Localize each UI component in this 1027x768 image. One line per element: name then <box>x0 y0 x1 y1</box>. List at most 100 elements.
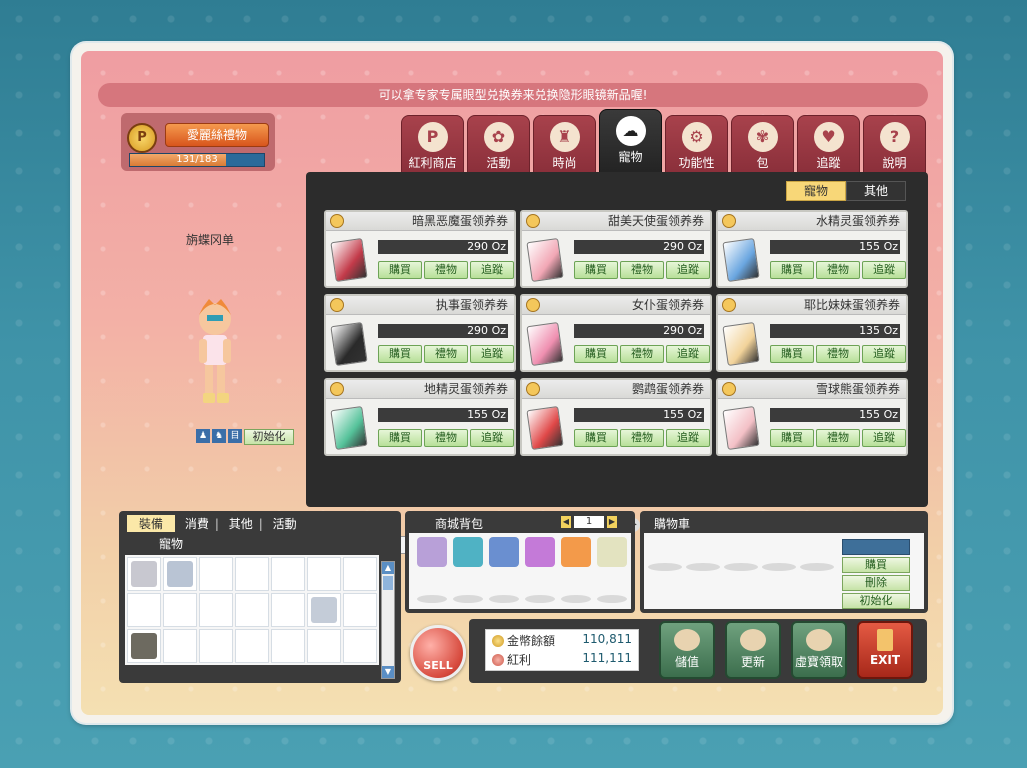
tab-tracking[interactable]: ♥ 追蹤 <box>797 115 860 175</box>
tab-event[interactable]: ✿ 活動 <box>467 115 530 175</box>
gift-button[interactable]: 禮物 <box>620 429 664 447</box>
inv-tab-pet[interactable]: 寵物 <box>159 535 183 552</box>
bag-item-icon[interactable] <box>417 537 447 567</box>
tab-functional[interactable]: ⚙ 功能性 <box>665 115 728 175</box>
favorite-icon[interactable] <box>526 214 540 228</box>
bag-item-icon[interactable] <box>561 537 591 567</box>
cart-reset-button[interactable]: 初始化 <box>842 593 910 609</box>
inventory-slot[interactable] <box>127 593 161 627</box>
inventory-slot[interactable] <box>235 593 269 627</box>
buy-button[interactable]: 購買 <box>574 429 618 447</box>
inventory-slot[interactable] <box>343 557 377 591</box>
bag-item-icon[interactable] <box>489 537 519 567</box>
track-button[interactable]: 追蹤 <box>862 345 906 363</box>
inventory-slot[interactable] <box>343 629 377 663</box>
buy-button[interactable]: 購買 <box>378 261 422 279</box>
reset-character-button[interactable]: 初始化 <box>244 429 294 445</box>
favorite-icon[interactable] <box>330 214 344 228</box>
tab-fashion[interactable]: ♜ 時尚 <box>533 115 596 175</box>
track-button[interactable]: 追蹤 <box>666 345 710 363</box>
refresh-button[interactable]: 更新 <box>725 621 781 679</box>
favorite-icon[interactable] <box>722 382 736 396</box>
track-button[interactable]: 追蹤 <box>470 345 514 363</box>
gift-button[interactable]: 禮物 <box>816 261 860 279</box>
character-name: 旃蝶冈单 <box>186 233 235 247</box>
inventory-slot[interactable] <box>271 629 305 663</box>
gift-button[interactable]: 禮物 <box>424 261 468 279</box>
inventory-slot[interactable] <box>199 629 233 663</box>
track-button[interactable]: 追蹤 <box>862 261 906 279</box>
cart-blank-button[interactable] <box>842 539 910 555</box>
inventory-slot[interactable] <box>235 557 269 591</box>
bag-item-icon[interactable] <box>597 537 627 567</box>
buy-button[interactable]: 購買 <box>770 429 814 447</box>
inventory-slot[interactable] <box>307 557 341 591</box>
buy-button[interactable]: 購買 <box>378 429 422 447</box>
track-button[interactable]: 追蹤 <box>470 429 514 447</box>
next-page-icon[interactable]: ▶ <box>607 516 617 528</box>
inv-tab-equipment[interactable]: 裝備 <box>127 515 176 532</box>
buy-button[interactable]: 購買 <box>378 345 422 363</box>
buy-button[interactable]: 購買 <box>770 345 814 363</box>
cart-delete-button[interactable]: 刪除 <box>842 575 910 591</box>
buy-button[interactable]: 購買 <box>574 261 618 279</box>
gift-button[interactable]: 禮物 <box>424 429 468 447</box>
track-button[interactable]: 追蹤 <box>862 429 906 447</box>
favorite-icon[interactable] <box>330 298 344 312</box>
gift-button[interactable]: 禮物 <box>620 345 664 363</box>
cart-buy-button[interactable]: 購買 <box>842 557 910 573</box>
tab-help[interactable]: ? 說明 <box>863 115 926 175</box>
scroll-down-icon[interactable]: ▼ <box>382 666 394 678</box>
inventory-slot[interactable] <box>163 629 197 663</box>
inventory-slot[interactable] <box>127 629 161 663</box>
favorite-icon[interactable] <box>526 382 540 396</box>
buy-button[interactable]: 購買 <box>574 345 618 363</box>
track-button[interactable]: 追蹤 <box>666 429 710 447</box>
inventory-slot[interactable] <box>163 557 197 591</box>
inventory-scrollbar[interactable]: ▲ ▼ <box>381 561 395 679</box>
inv-tab-other[interactable]: 其他 <box>229 515 253 532</box>
walk-icon[interactable]: ♟ <box>196 429 210 443</box>
tab-pet[interactable]: ☁ 寵物 <box>599 109 662 175</box>
scroll-up-icon[interactable]: ▲ <box>382 562 394 574</box>
exit-button[interactable]: EXIT <box>857 621 913 679</box>
inventory-slot[interactable] <box>271 593 305 627</box>
inventory-slot[interactable] <box>235 629 269 663</box>
inventory-slot[interactable] <box>271 557 305 591</box>
prev-page-icon[interactable]: ◀ <box>561 516 571 528</box>
subtab-other[interactable]: 其他 <box>846 181 906 201</box>
gift-button[interactable]: 禮物 <box>816 429 860 447</box>
coupon-claim-button[interactable]: 虛寶領取 <box>791 621 847 679</box>
favorite-icon[interactable] <box>722 298 736 312</box>
sell-button[interactable]: SELL <box>410 625 466 681</box>
alice-gift-button[interactable]: 愛麗絲禮物 <box>165 123 269 147</box>
item-card-header: 耶比妹妹蛋领养券 <box>718 296 906 315</box>
favorite-icon[interactable] <box>330 382 344 396</box>
bag-item-icon[interactable] <box>525 537 555 567</box>
inventory-slot[interactable] <box>307 629 341 663</box>
inventory-slot[interactable] <box>163 593 197 627</box>
inv-tab-event[interactable]: 活動 <box>273 515 297 532</box>
run-icon[interactable]: ♞ <box>212 429 226 443</box>
favorite-icon[interactable] <box>722 214 736 228</box>
inv-tab-consumable[interactable]: 消費 <box>185 515 209 532</box>
gift-button[interactable]: 禮物 <box>424 345 468 363</box>
track-button[interactable]: 追蹤 <box>666 261 710 279</box>
subtab-pet[interactable]: 寵物 <box>786 181 846 201</box>
scroll-thumb[interactable] <box>383 576 393 590</box>
menu-icon[interactable]: 目 <box>228 429 242 443</box>
buy-button[interactable]: 購買 <box>770 261 814 279</box>
bag-item-icon[interactable] <box>453 537 483 567</box>
inventory-slot[interactable] <box>127 557 161 591</box>
favorite-icon[interactable] <box>526 298 540 312</box>
tab-bonus-shop[interactable]: P 紅利商店 <box>401 115 464 175</box>
inventory-slot[interactable] <box>199 593 233 627</box>
tab-package[interactable]: ✾ 包 <box>731 115 794 175</box>
inventory-slot[interactable] <box>199 557 233 591</box>
track-button[interactable]: 追蹤 <box>470 261 514 279</box>
inventory-slot[interactable] <box>343 593 377 627</box>
inventory-slot[interactable] <box>307 593 341 627</box>
gift-button[interactable]: 禮物 <box>816 345 860 363</box>
topup-button[interactable]: 儲值 <box>659 621 715 679</box>
gift-button[interactable]: 禮物 <box>620 261 664 279</box>
